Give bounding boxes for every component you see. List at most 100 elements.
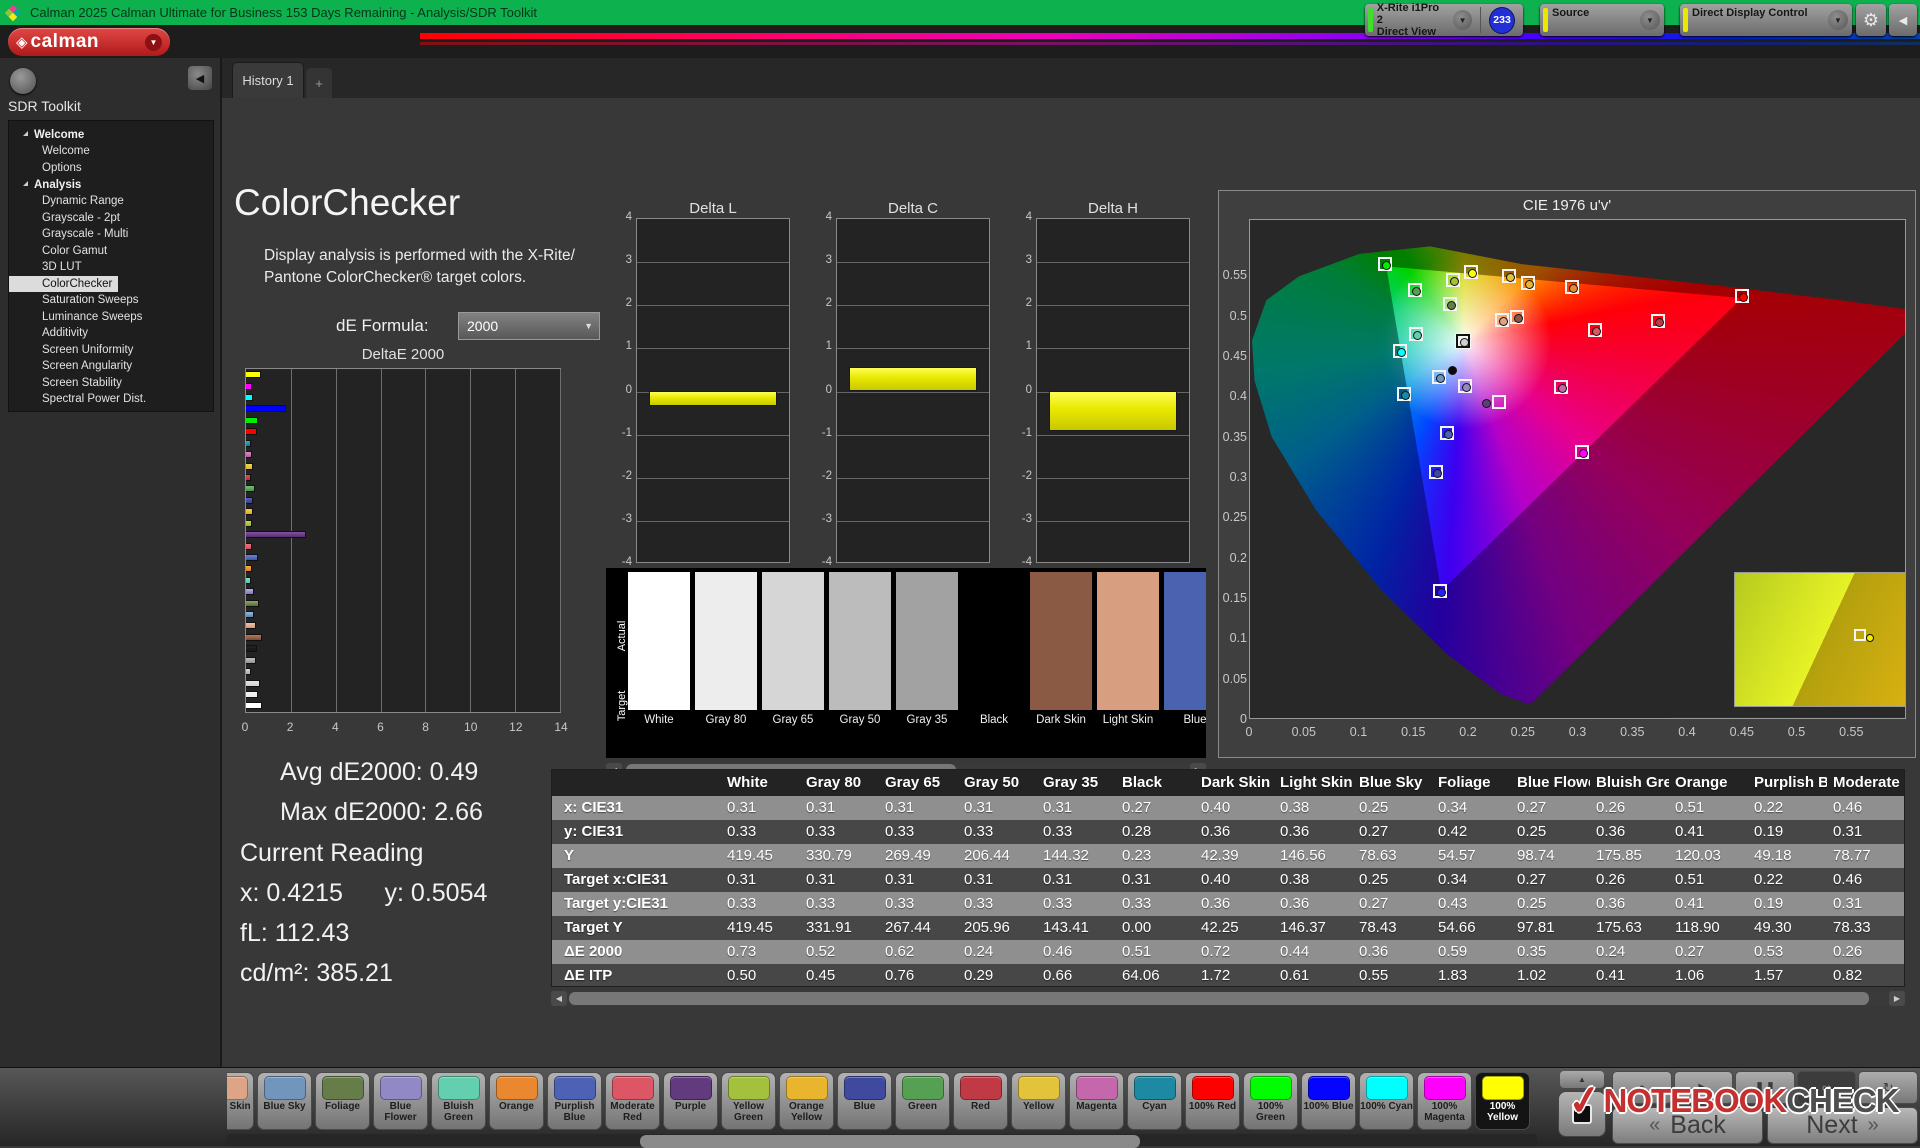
table-cell: 0.34 bbox=[1438, 799, 1468, 816]
sidebar-item-colorchecker[interactable]: ColorChecker bbox=[9, 275, 119, 292]
patch-tile-100-cyan[interactable]: 100% Cyan bbox=[1359, 1072, 1414, 1130]
deltae-bar-dark-skin bbox=[246, 633, 263, 641]
transport-button-3[interactable]: ∞ bbox=[1796, 1071, 1857, 1104]
patch-tile-100-green[interactable]: 100% Green bbox=[1243, 1072, 1298, 1130]
back-button[interactable]: « Back bbox=[1612, 1107, 1763, 1144]
patch-tile-foliage[interactable]: Foliage bbox=[315, 1072, 370, 1130]
sidebar-item-screen-stability[interactable]: Screen Stability bbox=[9, 375, 213, 392]
sidebar-item-screen-angularity[interactable]: Screen Angularity bbox=[9, 358, 213, 375]
expand-up-button[interactable]: ▲ bbox=[1560, 1071, 1604, 1088]
patch-tile-cyan[interactable]: Cyan bbox=[1127, 1072, 1182, 1130]
table-corner-cell bbox=[552, 770, 721, 796]
table-cell: 0.36 bbox=[1201, 823, 1231, 840]
sidebar-group-analysis[interactable]: Analysis bbox=[9, 176, 213, 193]
add-tab-button[interactable]: + bbox=[306, 68, 332, 98]
chevron-down-icon[interactable]: ▼ bbox=[1453, 10, 1473, 30]
transport-button-0[interactable]: ● bbox=[1612, 1071, 1672, 1104]
transport-button-1[interactable]: ▶ bbox=[1673, 1071, 1734, 1104]
swatch-label: Gray 35 bbox=[906, 714, 948, 726]
delta-chart-title: Delta H bbox=[1087, 200, 1139, 217]
patch-tile-100-blue[interactable]: 100% Blue bbox=[1301, 1072, 1356, 1130]
cie-y-tick: 0.2 bbox=[1229, 550, 1247, 565]
patch-tile-blue-flower[interactable]: Blue Flower bbox=[373, 1072, 428, 1130]
patch-tile-swatch bbox=[843, 1076, 886, 1100]
patch-tile-purplish-blue[interactable]: Purplish Blue bbox=[547, 1072, 602, 1130]
sidebar-item-dynamic-range[interactable]: Dynamic Range bbox=[9, 193, 213, 210]
table-scrollbar[interactable]: ◀ ▶ bbox=[551, 991, 1905, 1006]
gridline bbox=[837, 391, 989, 393]
patch-tile-green[interactable]: Green bbox=[895, 1072, 950, 1130]
calman-menu-button[interactable]: ◈ calman ▼ bbox=[8, 28, 170, 56]
sidebar-group-welcome[interactable]: Welcome bbox=[9, 126, 213, 143]
patch-tile-light-skin[interactable]: Light Skin bbox=[227, 1072, 254, 1130]
chevron-down-icon[interactable]: ▼ bbox=[1828, 10, 1848, 30]
table-cell: 0.36 bbox=[1201, 895, 1231, 912]
tab-history-1[interactable]: History 1 bbox=[232, 62, 304, 98]
cie-measured-blue-sky bbox=[1435, 373, 1445, 383]
table-cell: 120.03 bbox=[1675, 847, 1721, 864]
table-cell: 0.31 bbox=[1043, 871, 1073, 888]
patch-tile-100-red[interactable]: 100% Red bbox=[1185, 1072, 1240, 1130]
patch-tile-bluish-green[interactable]: Bluish Green bbox=[431, 1072, 486, 1130]
patch-tile-blue[interactable]: Blue bbox=[837, 1072, 892, 1130]
table-cell: 0.33 bbox=[885, 823, 915, 840]
transport-button-4[interactable]: ↻ bbox=[1858, 1071, 1918, 1104]
sidebar-item-3d-lut[interactable]: 3D LUT bbox=[9, 259, 213, 276]
sidebar-record-button[interactable] bbox=[10, 68, 36, 94]
deltae-bar-yellow-green bbox=[246, 519, 252, 527]
patch-tile-orange-yellow[interactable]: Orange Yellow bbox=[779, 1072, 834, 1130]
table-cell: 0.19 bbox=[1754, 823, 1784, 840]
table-column-header: White bbox=[727, 774, 768, 791]
cie-x-tick: 0.15 bbox=[1401, 725, 1426, 739]
meter-dropdown[interactable]: X-Rite i1Pro 2 Direct View ▼ 233 bbox=[1365, 2, 1523, 38]
swatch-label: Gray 65 bbox=[772, 714, 814, 726]
sidebar-collapse-button[interactable]: ◀ bbox=[188, 66, 212, 90]
patch-bar-scrollbar-thumb[interactable] bbox=[640, 1135, 1140, 1148]
chevron-down-icon[interactable]: ▼ bbox=[1640, 10, 1660, 30]
patch-tile-red[interactable]: Red bbox=[953, 1072, 1008, 1130]
sidebar-item-additivity[interactable]: Additivity bbox=[9, 325, 213, 342]
patch-tile-100-yellow[interactable]: 100% Yellow bbox=[1475, 1072, 1530, 1130]
sidebar-item-options[interactable]: Options bbox=[9, 160, 213, 177]
sidebar-item-grayscale-2pt[interactable]: Grayscale - 2pt bbox=[9, 210, 213, 227]
sidebar-item-screen-uniformity[interactable]: Screen Uniformity bbox=[9, 342, 213, 359]
sidebar-item-grayscale-multi[interactable]: Grayscale - Multi bbox=[9, 226, 213, 243]
meter-count-badge: 233 bbox=[1489, 6, 1515, 34]
deltae-bar-100-cyan bbox=[246, 394, 254, 402]
source-dropdown[interactable]: Source ▼ bbox=[1540, 4, 1664, 36]
panel-collapse-button[interactable]: ◀ bbox=[1889, 4, 1917, 36]
de-formula-dropdown[interactable]: 2000 ▼ bbox=[458, 312, 600, 340]
scroll-left-icon[interactable]: ◀ bbox=[551, 991, 567, 1006]
cie-measured-purplish-blue bbox=[1444, 430, 1454, 440]
sidebar-item-saturation-sweeps[interactable]: Saturation Sweeps bbox=[9, 292, 213, 309]
patch-tile-orange[interactable]: Orange bbox=[489, 1072, 544, 1130]
table-cell: 0.24 bbox=[964, 943, 994, 960]
sidebar-item-spectral-power-dist-[interactable]: Spectral Power Dist. bbox=[9, 391, 213, 408]
table-column-header: Gray 80 bbox=[806, 774, 862, 791]
patch-tile-100-magenta[interactable]: 100% Magenta bbox=[1417, 1072, 1472, 1130]
sidebar-item-welcome[interactable]: Welcome bbox=[9, 143, 213, 160]
sidebar-item-luminance-sweeps[interactable]: Luminance Sweeps bbox=[9, 309, 213, 326]
patch-tile-swatch bbox=[785, 1076, 828, 1100]
chevron-down-icon[interactable]: ▼ bbox=[145, 33, 162, 51]
table-cell: 0.31 bbox=[1122, 871, 1152, 888]
stop-button[interactable] bbox=[1558, 1091, 1606, 1137]
y-tick-label: -3 bbox=[1021, 512, 1032, 525]
patch-tile-purple[interactable]: Purple bbox=[663, 1072, 718, 1130]
scroll-right-icon[interactable]: ▶ bbox=[1889, 991, 1905, 1006]
settings-button[interactable]: ⚙ bbox=[1856, 4, 1886, 36]
sidebar-item-color-gamut[interactable]: Color Gamut bbox=[9, 243, 213, 260]
cie-measured-foliage bbox=[1447, 300, 1457, 310]
patch-tile-yellow[interactable]: Yellow bbox=[1011, 1072, 1066, 1130]
patch-tile-moderate-red[interactable]: Moderate Red bbox=[605, 1072, 660, 1130]
patch-tile-blue-sky[interactable]: Blue Sky bbox=[257, 1072, 312, 1130]
table-scrollbar-thumb[interactable] bbox=[569, 992, 1869, 1005]
patch-tile-yellow-green[interactable]: Yellow Green bbox=[721, 1072, 776, 1130]
transport-button-2[interactable]: ❚❚ bbox=[1735, 1071, 1795, 1104]
next-button[interactable]: Next » bbox=[1767, 1107, 1918, 1144]
table-cell: 0.34 bbox=[1438, 871, 1468, 888]
patch-tile-magenta[interactable]: Magenta bbox=[1069, 1072, 1124, 1130]
patch-tile-label: Moderate Red bbox=[610, 1101, 655, 1123]
display-control-dropdown[interactable]: Direct Display Control ▼ bbox=[1680, 4, 1852, 36]
patch-bar-scrollbar[interactable] bbox=[227, 1134, 1537, 1148]
